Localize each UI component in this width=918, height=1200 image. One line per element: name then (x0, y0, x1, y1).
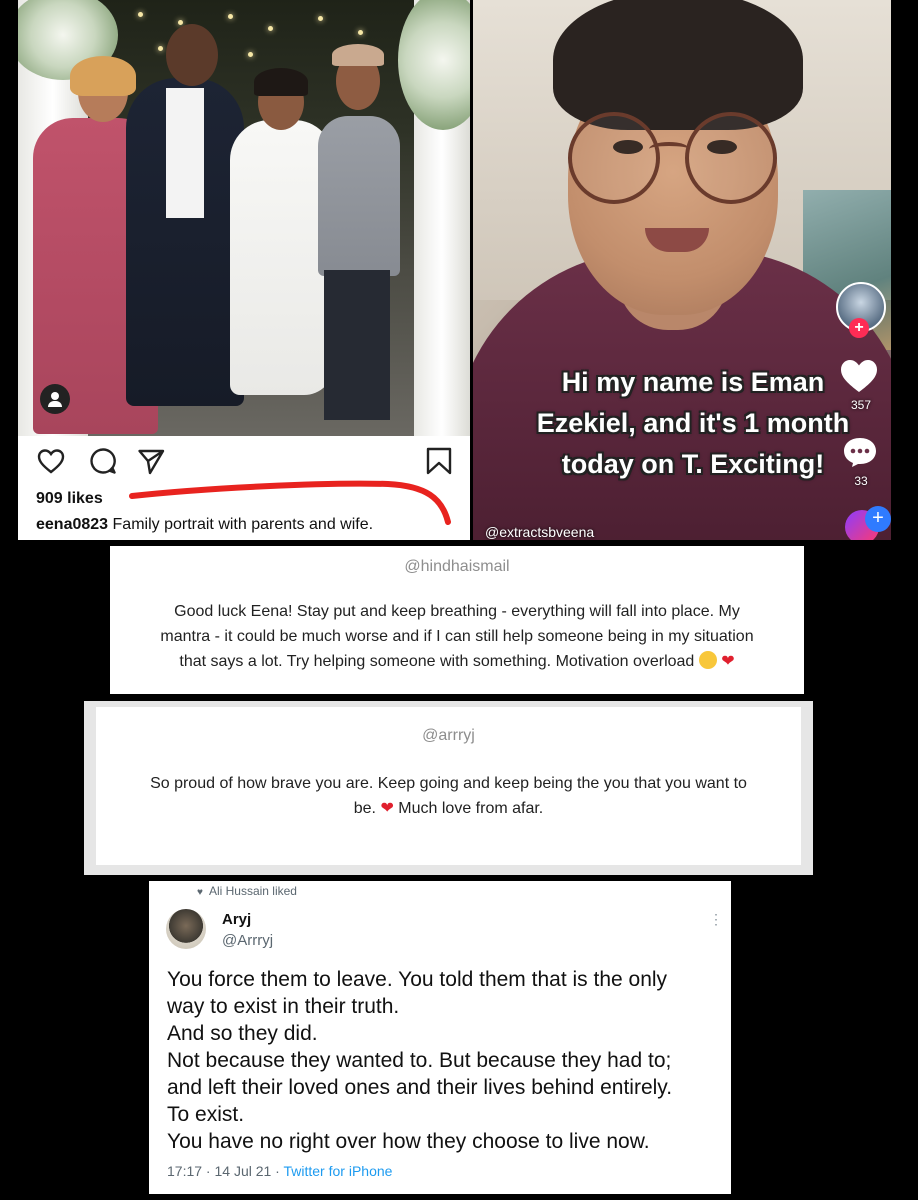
post-caption: eena0823 Family portrait with parents an… (36, 516, 373, 534)
user-handle[interactable]: @Arrryj (222, 932, 273, 949)
share-icon[interactable] (136, 446, 166, 476)
instagram-post: 909 likes eena0823 Family portrait with … (18, 0, 470, 540)
comment-handle[interactable]: @arrryj (96, 727, 801, 745)
right-flowers (398, 0, 470, 130)
comment-text: Good luck Eena! Stay put and keep breath… (120, 599, 794, 674)
wedding-photo[interactable] (18, 0, 470, 436)
follow-plus-icon[interactable]: + (849, 318, 869, 338)
comment-count: 33 (854, 474, 868, 488)
like-count: 357 (850, 398, 872, 412)
add-icon[interactable]: + (865, 506, 891, 532)
comment-card-arrryj: @arrryj So proud of how brave you are. K… (96, 707, 801, 865)
small-heart-icon: ♥ (197, 887, 203, 898)
comment-handle[interactable]: @hindhaismail (110, 558, 804, 576)
display-name[interactable]: Aryj (222, 911, 251, 928)
more-options-icon[interactable]: ⋮ (709, 911, 723, 928)
heart-icon[interactable] (36, 446, 66, 476)
video-caption: Hi my name is Eman Ezekiel, and it's 1 m… (536, 367, 850, 479)
tweet-text: You force them to leave. You told them t… (167, 968, 673, 1153)
comment-bubble-icon[interactable] (842, 436, 878, 468)
hair (553, 0, 803, 130)
comment-text: So proud of how brave you are. Keep goin… (104, 771, 793, 821)
red-heart-emoji-icon: ❤ (721, 653, 735, 670)
glasses-right-lens (685, 112, 777, 204)
liked-by-context: ♥ Ali Hussain liked (197, 884, 297, 898)
likes-count[interactable]: 909 likes (36, 490, 103, 508)
user-tag-icon[interactable] (40, 384, 70, 414)
hugging-face-emoji-icon (698, 651, 717, 669)
bookmark-icon[interactable] (424, 446, 454, 476)
tweet-timestamp: 17:17 · 14 Jul 21 · Twitter for iPhone (167, 1163, 393, 1179)
comment-card-hindhaismail: @hindhaismail Good luck Eena! Stay put a… (110, 546, 804, 694)
like-heart-icon[interactable] (839, 358, 879, 394)
caption-username[interactable]: eena0823 (36, 516, 108, 533)
watermark-handle: @extractsbveena (485, 524, 595, 540)
caption-text: Family portrait with parents and wife. (112, 516, 374, 533)
red-heart-emoji-icon: ❤ (380, 800, 394, 817)
tweet-card[interactable]: ♥ Ali Hussain liked Aryj @Arrryj ⋮ You fo… (149, 881, 731, 1194)
avatar[interactable] (166, 909, 206, 949)
comment-icon[interactable] (88, 446, 118, 476)
tweet-source-link[interactable]: Twitter for iPhone (283, 1163, 392, 1179)
tiktok-video[interactable]: Hi my name is Eman Ezekiel, and it's 1 m… (473, 0, 891, 540)
glasses-left-lens (568, 112, 660, 204)
